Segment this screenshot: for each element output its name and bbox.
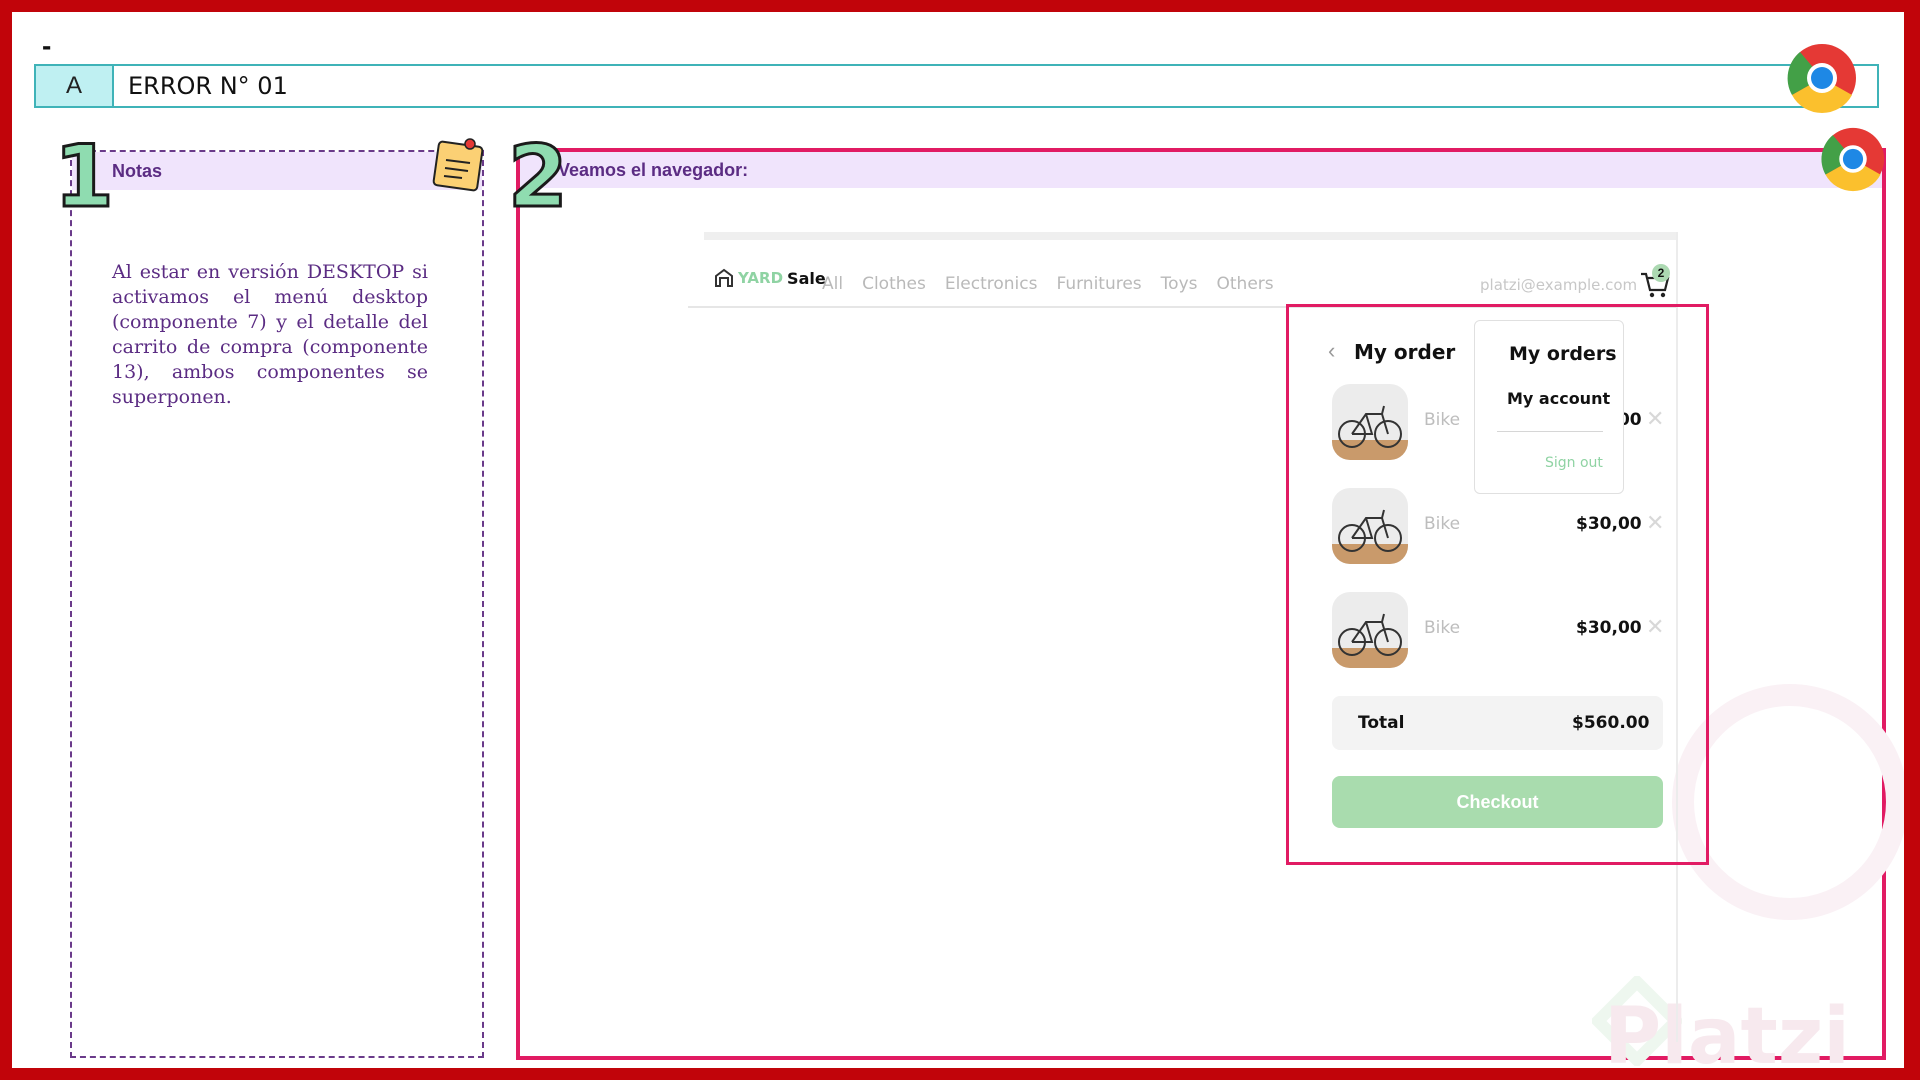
browser-address-bar	[704, 232, 1676, 240]
slide-header: A ERROR N° 01	[34, 64, 1879, 108]
back-arrow-icon[interactable]: ‹	[1328, 338, 1335, 364]
bike-image	[1332, 488, 1408, 564]
brand-yard: YARD	[738, 269, 784, 287]
chrome-icon	[1821, 127, 1885, 192]
order-item: Bike $30,00 ✕	[1332, 592, 1664, 668]
bike-image	[1332, 384, 1408, 460]
header-title: ERROR N° 01	[128, 72, 288, 100]
category-nav: All Clothes Electronics Furnitures Toys …	[822, 274, 1274, 294]
brand-sale: Sale	[787, 268, 826, 288]
slide-dash: -	[42, 30, 52, 61]
nav-furnitures[interactable]: Furnitures	[1056, 274, 1141, 294]
app-navbar: YARD Sale All Clothes Electronics Furnit…	[688, 264, 1676, 308]
menu-divider	[1497, 431, 1603, 432]
bike-image	[1332, 592, 1408, 668]
store-icon	[715, 268, 733, 287]
order-total: Total $560.00	[1332, 696, 1663, 750]
menu-my-orders[interactable]: My orders	[1509, 343, 1617, 365]
nav-electronics[interactable]: Electronics	[945, 274, 1038, 294]
remove-item-icon[interactable]: ✕	[1646, 614, 1664, 640]
nav-toys[interactable]: Toys	[1161, 274, 1198, 294]
browser-title: Veamos el navegador:	[520, 152, 1882, 188]
checkout-button[interactable]: Checkout	[1332, 776, 1663, 828]
remove-item-icon[interactable]: ✕	[1646, 510, 1664, 536]
total-value: $560.00	[1572, 713, 1650, 733]
item-price: $30,00	[1576, 618, 1642, 638]
brand-logo[interactable]: YARD Sale	[714, 268, 826, 288]
notes-number: 1	[53, 127, 116, 227]
nav-others[interactable]: Others	[1217, 274, 1274, 294]
notes-panel: Notas Al estar en versión DESKTOP si act…	[70, 150, 484, 1058]
slide-canvas: - A ERROR N° 01 Notas Al estar en versió…	[12, 12, 1904, 1068]
order-title: My order	[1354, 340, 1456, 364]
sticky-note-icon	[432, 138, 484, 192]
item-price: $30,00	[1576, 514, 1642, 534]
remove-item-icon[interactable]: ✕	[1646, 406, 1664, 432]
item-name: Bike	[1424, 618, 1461, 638]
nav-all[interactable]: All	[822, 274, 843, 294]
nav-clothes[interactable]: Clothes	[862, 274, 926, 294]
order-item: Bike $30,00 ✕	[1332, 488, 1664, 564]
item-name: Bike	[1424, 514, 1461, 534]
menu-sign-out[interactable]: Sign out	[1545, 455, 1603, 471]
notes-title: Notas	[72, 152, 482, 190]
header-letter: A	[36, 66, 114, 106]
chrome-icon	[1787, 44, 1856, 113]
desktop-menu: My orders My account Sign out	[1474, 320, 1624, 494]
user-email[interactable]: platzi@example.com	[1480, 276, 1637, 294]
cart-count-badge: 2	[1652, 264, 1670, 282]
menu-my-account[interactable]: My account	[1507, 389, 1610, 408]
total-label: Total	[1358, 713, 1405, 733]
notes-body: Al estar en versión DESKTOP si activamos…	[112, 261, 428, 408]
item-name: Bike	[1424, 410, 1461, 430]
browser-number: 2	[507, 127, 570, 227]
